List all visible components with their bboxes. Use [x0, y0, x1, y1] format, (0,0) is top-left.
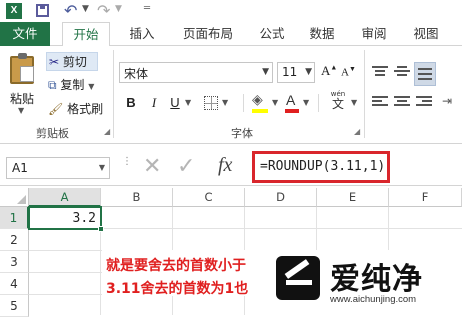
tab-page-layout[interactable]: 页面布局	[174, 22, 242, 46]
decrease-font-icon[interactable]: A▼	[341, 65, 356, 79]
align-middle-icon[interactable]	[394, 66, 410, 80]
borders-icon[interactable]	[204, 96, 218, 110]
ribbon-home: 粘贴 ▼ ✂ 剪切 ⧉ 复制 ▼ 🖌 格式刷 剪贴板 ◢ 宋体 ▼ 11 ▼ A…	[0, 46, 462, 144]
copy-label: 复制	[60, 78, 85, 92]
excel-icon[interactable]: X	[6, 3, 22, 19]
font-name-select[interactable]: 宋体 ▼	[119, 62, 273, 83]
select-all-corner[interactable]	[0, 188, 29, 207]
column-header-e[interactable]: E	[317, 188, 389, 207]
font-name-dropdown-icon[interactable]: ▼	[262, 67, 269, 77]
cancel-icon[interactable]: ✕	[143, 154, 161, 179]
column-header-c[interactable]: C	[173, 188, 245, 207]
tab-insert[interactable]: 插入	[120, 22, 164, 46]
font-color-icon[interactable]: A	[285, 92, 299, 113]
indent-icon[interactable]: ⇥	[442, 94, 452, 108]
watermark-logo: 爱纯净 www.aichunjing.com	[272, 250, 462, 315]
formula-bar-grip-icon: ⋮	[122, 156, 132, 167]
font-launcher-icon[interactable]: ◢	[354, 127, 360, 136]
watermark-brand: 爱纯净	[330, 262, 423, 297]
align-top-icon[interactable]	[372, 66, 388, 80]
font-color-dropdown-icon[interactable]: ▼	[303, 98, 309, 107]
name-box-value: A1	[12, 161, 28, 175]
tab-formulas[interactable]: 公式	[252, 22, 292, 46]
column-header-a[interactable]: A	[29, 188, 101, 207]
row-header-5[interactable]: 5	[0, 295, 29, 317]
copy-icon: ⧉	[48, 78, 57, 92]
paste-icon[interactable]	[10, 53, 34, 84]
undo-icon[interactable]: ↶	[64, 1, 77, 20]
watermark-emblem-icon	[276, 256, 320, 300]
fill-handle[interactable]	[98, 226, 104, 232]
font-name-value: 宋体	[124, 67, 149, 81]
font-group-label: 字体	[231, 127, 253, 140]
row-header-3[interactable]: 3	[0, 251, 29, 273]
tab-file[interactable]: 文件	[0, 22, 50, 46]
scissors-icon: ✂	[49, 55, 60, 69]
redo-dropdown-icon[interactable]: ▼	[115, 4, 122, 14]
tab-review[interactable]: 审阅	[354, 22, 394, 46]
annotation-line-2: 3.11舍去的首数为1也	[106, 281, 249, 297]
undo-dropdown-icon[interactable]: ▼	[82, 4, 89, 14]
annotation-line-1: 就是要舍去的首数小于	[106, 258, 246, 274]
column-header-b[interactable]: B	[101, 188, 173, 207]
bold-button[interactable]: B	[122, 93, 140, 112]
clipboard-launcher-icon[interactable]: ◢	[104, 127, 110, 136]
row-header-2[interactable]: 2	[0, 229, 29, 251]
ribbon-tabs: 文件 开始 插入 页面布局 公式 数据 审阅 视图	[0, 22, 462, 47]
insert-function-icon[interactable]: fx	[218, 154, 232, 177]
underline-button[interactable]: U	[166, 93, 184, 112]
title-bar: X ↶ ▼ ↷ ▼ ═	[0, 0, 462, 22]
phonetic-dropdown-icon[interactable]: ▼	[351, 98, 357, 107]
paste-button[interactable]: 粘贴	[10, 90, 34, 107]
customize-qat-icon[interactable]: ═	[144, 3, 150, 14]
cut-button[interactable]: ✂ 剪切	[46, 52, 98, 71]
row-header-1[interactable]: 1	[0, 207, 29, 229]
font-size-dropdown-icon[interactable]: ▼	[305, 67, 312, 77]
align-right-icon[interactable]	[416, 96, 432, 110]
cut-label: 剪切	[62, 55, 87, 69]
fill-color-dropdown-icon[interactable]: ▼	[272, 98, 278, 107]
formula-input[interactable]: =ROUNDUP(3.11,1)	[252, 151, 390, 183]
formula-bar: A1 ▼ ⋮ ✕ ✓ fx =ROUNDUP(3.11,1)	[0, 151, 462, 186]
format-painter-button[interactable]: 🖌 格式刷	[46, 100, 108, 119]
italic-button[interactable]: I	[145, 93, 163, 112]
font-size-value: 11	[282, 65, 298, 79]
redo-icon[interactable]: ↷	[97, 1, 110, 20]
brush-icon: 🖌	[48, 102, 64, 116]
clipboard-group-label: 剪贴板	[36, 127, 69, 140]
watermark-url: www.aichunjing.com	[330, 294, 417, 305]
cell-a1[interactable]: 3.2	[28, 206, 104, 232]
phonetic-icon[interactable]: wén 文	[327, 90, 349, 114]
copy-dropdown-icon[interactable]: ▼	[88, 82, 94, 91]
copy-button[interactable]: ⧉ 复制 ▼	[46, 76, 106, 95]
enter-icon[interactable]: ✓	[177, 154, 195, 179]
align-left-icon[interactable]	[372, 96, 388, 110]
tab-view[interactable]: 视图	[406, 22, 446, 46]
borders-dropdown-icon[interactable]: ▼	[222, 98, 228, 107]
annotation-box: 就是要舍去的首数小于 3.11舍去的首数为1也	[102, 250, 272, 297]
underline-dropdown-icon[interactable]: ▼	[185, 98, 191, 107]
paste-dropdown-icon[interactable]: ▼	[18, 106, 24, 115]
cell-a1-value: 3.2	[72, 211, 96, 226]
tab-data[interactable]: 数据	[302, 22, 342, 46]
column-header-d[interactable]: D	[245, 188, 317, 207]
save-icon[interactable]	[36, 4, 49, 17]
name-box[interactable]: A1 ▼	[6, 157, 110, 179]
name-box-dropdown-icon[interactable]: ▼	[99, 163, 105, 172]
align-bottom-icon[interactable]	[414, 62, 436, 86]
tab-home[interactable]: 开始	[62, 22, 110, 47]
format-painter-label: 格式刷	[67, 102, 104, 116]
align-center-icon[interactable]	[394, 96, 410, 110]
formula-text: =ROUNDUP(3.11,1)	[260, 159, 386, 174]
font-size-select[interactable]: 11 ▼	[277, 62, 315, 83]
fill-color-icon[interactable]: ◈	[252, 92, 268, 113]
row-header-4[interactable]: 4	[0, 273, 29, 295]
column-header-f[interactable]: F	[389, 188, 462, 207]
increase-font-icon[interactable]: A▲	[321, 63, 337, 79]
worksheet-grid[interactable]: A B C D E F 1 2 3 4 5 3.2 就是要舍去的首数小于 3.1…	[0, 188, 462, 317]
